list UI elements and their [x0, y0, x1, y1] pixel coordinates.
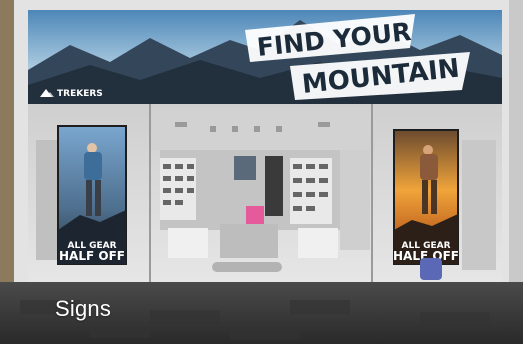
caption-label: Signs: [55, 296, 112, 321]
storefront-illustration: FIND YOUR MOUNTAIN TREKERS ALL GEAR HALF…: [0, 0, 523, 344]
left-poster-line2: HALF OFF: [59, 249, 125, 263]
pink-backpack: [246, 206, 264, 224]
right-poster: ALL GEAR HALF OFF: [393, 129, 459, 280]
brand-name: TREKERS: [57, 89, 103, 99]
banner-sign: FIND YOUR MOUNTAIN TREKERS: [28, 10, 502, 104]
blue-backpack: [420, 258, 442, 280]
storefront-scene: FIND YOUR MOUNTAIN TREKERS ALL GEAR HALF…: [0, 0, 523, 344]
screen-display: [234, 156, 256, 180]
left-poster: ALL GEAR HALF OFF: [57, 125, 127, 265]
